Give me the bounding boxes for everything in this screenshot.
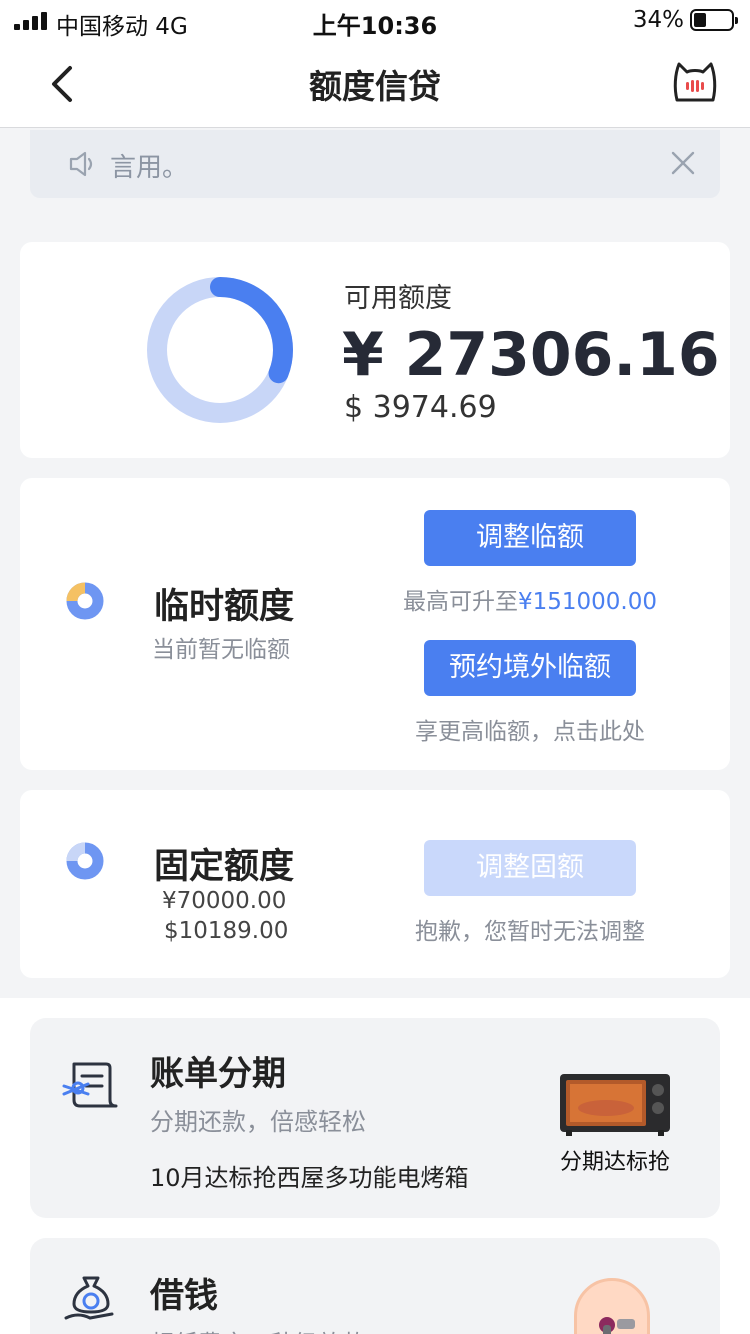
overseas-temporary-button[interactable]: 预约境外临额 [424,640,636,696]
max-prefix: 最高可升至 [402,589,518,615]
temporary-max-note: 最高可升至¥151000.00 [350,582,710,616]
fixed-note: 抱歉，您暂时无法调整 [415,919,645,945]
fixed-credit-icon [66,842,104,880]
installment-promo-text: 10月达标抢西屋多功能电烤箱 [150,1164,469,1192]
loan-money-icon [64,1276,114,1320]
fixed-title: 固定额度 [154,847,295,887]
max-value: ¥151000.00 [517,589,657,615]
fixed-credit-card: 固定额度 ¥70000.00 $10189.00 调整固额 抱歉，您暂时无法调整 [20,790,730,978]
speaker-icon [69,151,93,177]
available-usd-amount: $ 3974.69 [344,390,497,425]
notice-bar: 言用。 [30,130,720,198]
close-icon[interactable] [670,150,696,176]
battery-fill [694,13,706,27]
page-title: 额度信贷 [309,67,441,106]
battery-icon [690,9,738,31]
bill-installment-icon [62,1062,118,1108]
overseas-note[interactable]: 享更高临额，点击此处 [350,712,710,746]
adjust-temporary-button[interactable]: 调整临额 [424,510,636,566]
available-label: 可用额度 [344,283,452,314]
loan-card[interactable]: 借钱 超低费率，秒级放款 [30,1238,720,1334]
temporary-credit-icon [66,582,104,620]
available-credit-card: 可用额度 ¥ 27306.16 $ 3974.69 [20,242,730,458]
temporary-subtitle: 当前暂无临额 [152,637,290,663]
cat-mascot-icon[interactable] [672,60,718,106]
nav-bar: 额度信贷 [0,40,750,128]
adjust-fixed-button[interactable]: 调整固额 [424,840,636,896]
credit-usage-donut [147,277,293,423]
notice-text: 言用。 [110,153,189,183]
loan-subtitle: 超低费率，秒级放款 [150,1324,366,1334]
temporary-title: 临时额度 [154,587,295,627]
available-cny-amount: ¥ 27306.16 [342,320,720,390]
status-bar: 中国移动 4G 上午10:36 34% [0,0,750,40]
battery-percent: 34% [632,7,684,33]
fixed-cny: ¥70000.00 [162,888,287,914]
installment-title: 账单分期 [150,1054,286,1094]
hair-dryer-image [574,1278,650,1334]
oven-image [560,1074,670,1136]
bill-installment-card[interactable]: 账单分期 分期还款，倍感轻松 10月达标抢西屋多功能电烤箱 分期达标抢 [30,1018,720,1218]
oven-caption: 分期达标抢 [559,1150,670,1175]
installment-subtitle: 分期还款，倍感轻松 [150,1108,366,1136]
fixed-usd: $10189.00 [164,918,289,944]
loan-title: 借钱 [150,1276,218,1316]
temporary-credit-card: 临时额度 当前暂无临额 调整临额 最高可升至¥151000.00 预约境外临额 … [20,478,730,770]
